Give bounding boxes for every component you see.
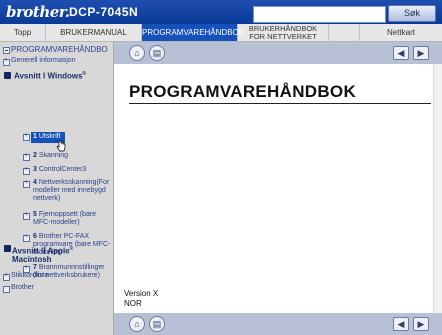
- chapter-number: 5: [33, 211, 37, 218]
- content-pane: ⌂ ▤ ◀ ▶ PROGRAMVAREHÅNDBOK Version X NOR…: [114, 42, 442, 335]
- collapse-icon[interactable]: [3, 47, 10, 54]
- page-icon: [3, 286, 10, 293]
- section-mac-label-2: Macintosh: [12, 254, 52, 264]
- expand-icon[interactable]: [23, 233, 30, 242]
- next-arrow-icon[interactable]: ▶: [413, 317, 429, 331]
- expand-icon[interactable]: [3, 57, 10, 66]
- header-bar: brother. DCP-7045N Søk: [0, 0, 442, 24]
- home-icon[interactable]: ⌂: [129, 316, 145, 332]
- expand-icon[interactable]: [23, 132, 30, 141]
- next-arrow-icon[interactable]: ▶: [413, 46, 429, 60]
- book-icon: [4, 72, 11, 79]
- prev-arrow-icon[interactable]: ◀: [393, 317, 409, 331]
- chapter-number: 1: [33, 133, 37, 140]
- tab-network-guide-line2: FOR NETTVERKET: [249, 32, 317, 41]
- tab-user-manual[interactable]: BRUKERMANUAL: [46, 24, 142, 41]
- tab-top[interactable]: Topp: [0, 24, 46, 41]
- chapter-number: 2: [33, 152, 37, 159]
- expand-icon[interactable]: [23, 179, 30, 188]
- expand-icon[interactable]: [23, 152, 30, 161]
- book-icon: [4, 245, 11, 252]
- chapter-label: ControlCenter3: [38, 166, 87, 173]
- tab-bar: Topp BRUKERMANUAL PROGRAMVAREHÅNDBOK BRU…: [0, 24, 442, 42]
- page-title: PROGRAMVAREHÅNDBOK: [129, 82, 357, 101]
- prev-arrow-icon[interactable]: ◀: [393, 46, 409, 60]
- sidebar-item-controlcenter[interactable]: 3 ControlCenter3: [33, 166, 86, 173]
- search-input[interactable]: [253, 6, 386, 23]
- sidebar-item-index[interactable]: Stikkordliste: [11, 272, 49, 279]
- search-button[interactable]: Søk: [388, 5, 436, 22]
- sidebar-section-windows[interactable]: Avsnitt I Windows®: [14, 71, 86, 81]
- chapter-number: 6: [33, 233, 37, 240]
- chapter-number: 4: [33, 179, 37, 186]
- registered-mark: ®: [82, 71, 87, 77]
- tab-site-map[interactable]: Nettkart: [360, 24, 442, 41]
- chapter-label: Utskrift: [38, 133, 61, 140]
- sidebar-item-software-guide[interactable]: PROGRAMVAREHÅNDBO: [11, 45, 108, 54]
- expand-icon[interactable]: [23, 166, 30, 175]
- version-text: Version X: [124, 289, 159, 298]
- sidebar-item-general[interactable]: Generell informasjon: [11, 57, 76, 64]
- bottom-navbar: ⌂ ▤ ◀ ▶: [114, 313, 442, 335]
- hand-cursor-icon: [56, 140, 66, 152]
- home-icon[interactable]: ⌂: [129, 45, 145, 61]
- section-windows-label: Avsnitt I Windows: [14, 71, 83, 81]
- tab-blank[interactable]: [329, 24, 360, 41]
- title-divider: [129, 103, 431, 104]
- tab-software-guide[interactable]: PROGRAMVAREHÅNDBOK: [142, 24, 244, 41]
- book-icon[interactable]: ▤: [149, 316, 165, 332]
- sidebar-item-printing[interactable]: 1 Utskrift: [33, 133, 61, 140]
- registered-mark: ®: [69, 246, 74, 252]
- model-name: DCP-7045N: [69, 5, 139, 19]
- chapter-label: Nettverksskanning(For modeller med inneb…: [33, 179, 110, 202]
- chapter-number: 7: [33, 264, 37, 271]
- sidebar-item-scanning[interactable]: 2 Skanning: [33, 152, 68, 159]
- chapter-label: Fjernoppsett (bare MFC-modeller): [33, 211, 97, 226]
- chapter-label: Skanning: [38, 152, 69, 159]
- sidebar-section-macintosh[interactable]: Avsnitt II Apple® Macintosh: [12, 245, 112, 264]
- expand-icon[interactable]: [23, 211, 30, 220]
- sidebar-item-network-scanning[interactable]: 4 Nettverksskanning(For modeller med inn…: [33, 179, 113, 203]
- top-navbar: ⌂ ▤ ◀ ▶: [114, 42, 442, 64]
- vertical-scrollbar[interactable]: [433, 64, 442, 313]
- language-text: NOR: [124, 299, 142, 308]
- expand-icon[interactable]: [3, 272, 10, 281]
- brother-logo: brother.: [6, 3, 70, 21]
- tab-network-guide[interactable]: BRUKERHÅNDBOK FOR NETTVERKET: [238, 24, 329, 41]
- sidebar-navigation: PROGRAMVAREHÅNDBO Generell informasjon A…: [0, 42, 114, 335]
- sidebar-item-brother[interactable]: Brother: [11, 284, 34, 291]
- sidebar-item-remote-setup[interactable]: 5 Fjernoppsett (bare MFC-modeller): [33, 211, 105, 227]
- book-icon[interactable]: ▤: [149, 45, 165, 61]
- chapter-number: 3: [33, 166, 37, 173]
